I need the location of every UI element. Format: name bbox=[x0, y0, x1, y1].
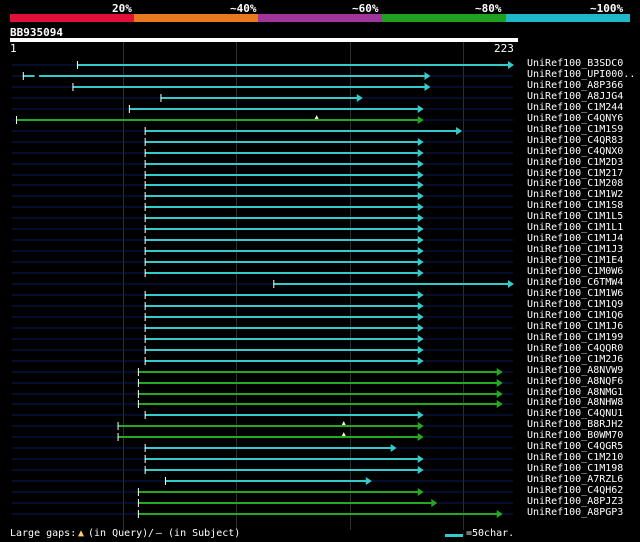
hit-end-arrow bbox=[417, 160, 424, 168]
hit-name-link[interactable]: UniRef100_A8JJG4 bbox=[527, 91, 623, 102]
hit-name-link[interactable]: UniRef100_C1M1J6 bbox=[527, 321, 623, 332]
hit-end-arrow bbox=[417, 203, 424, 211]
hit-end-arrow bbox=[417, 236, 424, 244]
hit-end-arrow bbox=[417, 149, 424, 157]
hit-name-link[interactable]: UniRef100_C1M1L5 bbox=[527, 211, 623, 222]
hit-end-arrow bbox=[417, 466, 424, 474]
hit-end-arrow bbox=[417, 192, 424, 200]
blast-overview: 20% ~40% ~60% ~80% ~100% BB935094 1 223 … bbox=[0, 0, 640, 542]
hit-end-arrow bbox=[508, 280, 514, 288]
hit-end-arrow bbox=[417, 324, 424, 332]
hit-name-link[interactable]: UniRef100_A8NHW8 bbox=[527, 397, 623, 408]
hit-end-arrow bbox=[417, 422, 424, 430]
hit-name-link[interactable]: UniRef100_C1M1W2 bbox=[527, 189, 623, 200]
query-gap-marker-icon bbox=[341, 432, 346, 436]
hit-name-link[interactable]: UniRef100_C1M199 bbox=[527, 332, 623, 343]
hit-name-link[interactable]: UniRef100_C1M1J3 bbox=[527, 244, 623, 255]
hit-name-link[interactable]: UniRef100_C1M0W6 bbox=[527, 266, 623, 277]
hit-name-link[interactable]: UniRef100_A7RZL6 bbox=[527, 474, 623, 485]
hit-end-arrow bbox=[417, 488, 424, 496]
hit-name-link[interactable]: UniRef100_B8RJH2 bbox=[527, 419, 623, 430]
gap-query-text: (in Query) bbox=[88, 528, 149, 539]
hit-name-link[interactable]: UniRef100_C4QQR0 bbox=[527, 343, 623, 354]
hit-end-arrow bbox=[496, 379, 503, 387]
hit-name-link[interactable]: UniRef100_C1M1S8 bbox=[527, 200, 623, 211]
hit-name-link[interactable]: UniRef100_C1M244 bbox=[527, 102, 623, 113]
hit-end-arrow bbox=[424, 83, 431, 91]
hit-end-arrow bbox=[417, 346, 424, 354]
hit-name-link[interactable]: UniRef100_C1M1Q9 bbox=[527, 299, 623, 310]
hit-end-arrow bbox=[417, 433, 424, 441]
query-gap-marker-icon bbox=[341, 421, 346, 425]
hit-name-link[interactable]: UniRef100_B0WM70 bbox=[527, 430, 623, 441]
hit-name-link[interactable]: UniRef100_C6TMW4 bbox=[527, 277, 623, 288]
hit-end-arrow bbox=[417, 335, 424, 343]
hit-end-arrow bbox=[417, 105, 424, 113]
hit-name-link[interactable]: UniRef100_C1M210 bbox=[527, 452, 623, 463]
hit-name-link[interactable]: UniRef100_A8PGP3 bbox=[527, 507, 623, 518]
hit-end-arrow bbox=[496, 390, 503, 398]
hit-end-arrow bbox=[417, 411, 424, 419]
hit-name-link[interactable]: UniRef100_UPI000.. bbox=[527, 69, 635, 80]
hit-end-arrow bbox=[365, 477, 372, 485]
hit-end-arrow bbox=[390, 444, 397, 452]
scale-legend-text: =50char. bbox=[466, 528, 515, 539]
hit-end-arrow bbox=[417, 455, 424, 463]
gap-subject-symbol: / bbox=[148, 528, 155, 539]
hit-end-arrow bbox=[417, 138, 424, 146]
hit-name-link[interactable]: UniRef100_C4QNX0 bbox=[527, 146, 623, 157]
hit-name-link[interactable]: UniRef100_C1M1L1 bbox=[527, 222, 623, 233]
hit-end-arrow bbox=[417, 171, 424, 179]
hit-name-link[interactable]: UniRef100_C1M1Q6 bbox=[527, 310, 623, 321]
scale-legend-line bbox=[445, 534, 463, 537]
gap-subject-text: – (in Subject) bbox=[156, 528, 241, 539]
hit-end-arrow bbox=[417, 357, 424, 365]
large-gaps-label: Large gaps: bbox=[10, 528, 77, 539]
gap-query-symbol: ▲ bbox=[78, 528, 85, 539]
hit-name-link[interactable]: UniRef100_A8P366 bbox=[527, 80, 623, 91]
hit-name-link[interactable]: UniRef100_C1M208 bbox=[527, 178, 623, 189]
hit-name-link[interactable]: UniRef100_C1M1W6 bbox=[527, 288, 623, 299]
hit-name-link[interactable]: UniRef100_C1M1E4 bbox=[527, 255, 623, 266]
hit-end-arrow bbox=[431, 499, 438, 507]
hit-end-arrow bbox=[417, 225, 424, 233]
hit-end-arrow bbox=[496, 400, 503, 408]
hit-end-arrow bbox=[496, 510, 503, 518]
hit-name-link[interactable]: UniRef100_A8NQF6 bbox=[527, 376, 623, 387]
hit-end-arrow bbox=[417, 214, 424, 222]
hit-end-arrow bbox=[417, 247, 424, 255]
hit-name-link[interactable]: UniRef100_C4QR83 bbox=[527, 135, 623, 146]
hit-end-arrow bbox=[456, 127, 463, 135]
hit-end-arrow bbox=[417, 181, 424, 189]
hit-end-arrow bbox=[417, 269, 424, 277]
hit-name-link[interactable]: UniRef100_C4QH62 bbox=[527, 485, 623, 496]
hit-name-link[interactable]: UniRef100_C1M1S9 bbox=[527, 124, 623, 135]
hit-end-arrow bbox=[356, 94, 363, 102]
query-gap-marker-icon bbox=[314, 115, 319, 119]
hit-end-arrow bbox=[417, 258, 424, 266]
hit-end-arrow bbox=[417, 302, 424, 310]
hit-name-link[interactable]: UniRef100_C1M2D3 bbox=[527, 157, 623, 168]
hit-name-link[interactable]: UniRef100_C4QNY6 bbox=[527, 113, 623, 124]
hit-end-arrow bbox=[424, 72, 431, 80]
hit-name-link[interactable]: UniRef100_A8NVW9 bbox=[527, 365, 623, 376]
hit-name-link[interactable]: UniRef100_C1M2J6 bbox=[527, 354, 623, 365]
hit-end-arrow bbox=[417, 116, 424, 124]
hit-end-arrow bbox=[417, 291, 424, 299]
hit-name-link[interactable]: UniRef100_C4QNU1 bbox=[527, 408, 623, 419]
hit-end-arrow bbox=[496, 368, 503, 376]
hit-name-link[interactable]: UniRef100_C4QGR5 bbox=[527, 441, 623, 452]
hit-end-arrow bbox=[417, 313, 424, 321]
hit-end-arrow bbox=[508, 61, 514, 69]
hit-name-link[interactable]: UniRef100_A8PJZ3 bbox=[527, 496, 623, 507]
hit-name-link[interactable]: UniRef100_C1M198 bbox=[527, 463, 623, 474]
hit-name-link[interactable]: UniRef100_B3SDC0 bbox=[527, 58, 623, 69]
hit-name-link[interactable]: UniRef100_C1M1J4 bbox=[527, 233, 623, 244]
